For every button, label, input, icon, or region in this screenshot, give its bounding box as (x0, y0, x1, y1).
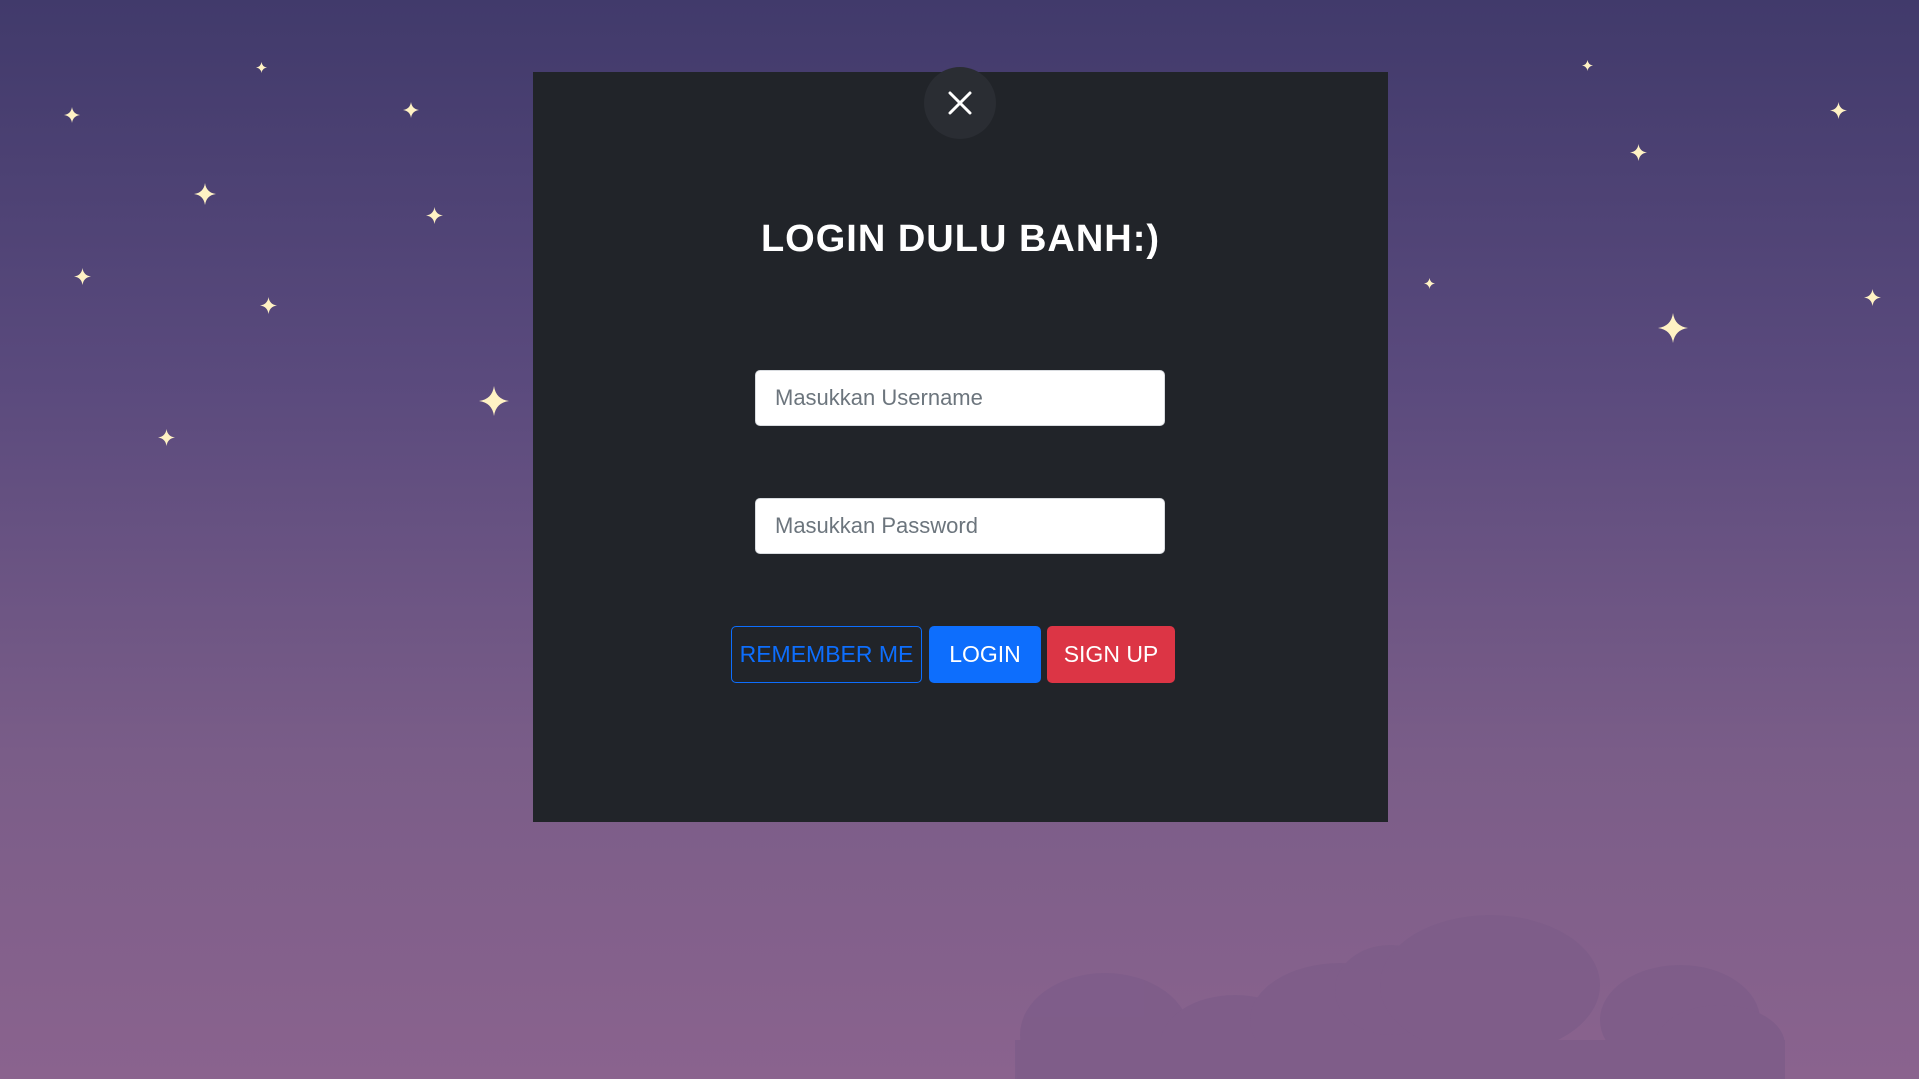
star-icon (1424, 278, 1435, 289)
username-input[interactable] (755, 370, 1165, 426)
clouds (1015, 915, 1785, 1079)
sign-up-label: SIGN UP (1063, 641, 1159, 667)
star-icon (1864, 289, 1881, 306)
login-title: LOGIN DULU BANH:) (760, 218, 1161, 260)
login-label: LOGIN (949, 641, 1021, 667)
star-icon (1630, 144, 1647, 161)
sign-up-button[interactable]: SIGN UP (1047, 626, 1175, 683)
star-icon (1658, 313, 1688, 343)
password-input[interactable] (755, 498, 1165, 554)
close-icon (948, 91, 972, 115)
close-button[interactable] (924, 67, 996, 139)
login-button[interactable]: LOGIN (929, 626, 1041, 683)
star-icon (479, 386, 509, 416)
star-icon (64, 107, 80, 123)
star-icon (426, 207, 443, 224)
remember-me-button[interactable]: REMEMBER ME (731, 626, 922, 683)
star-icon (158, 429, 175, 446)
star-icon (403, 102, 419, 118)
star-icon (1830, 102, 1847, 119)
star-icon (260, 297, 277, 314)
star-icon (256, 62, 267, 73)
login-modal (533, 72, 1388, 822)
star-icon (194, 183, 216, 205)
star-icon (1582, 60, 1593, 71)
remember-me-label: REMEMBER ME (739, 641, 914, 667)
star-icon (74, 268, 91, 285)
